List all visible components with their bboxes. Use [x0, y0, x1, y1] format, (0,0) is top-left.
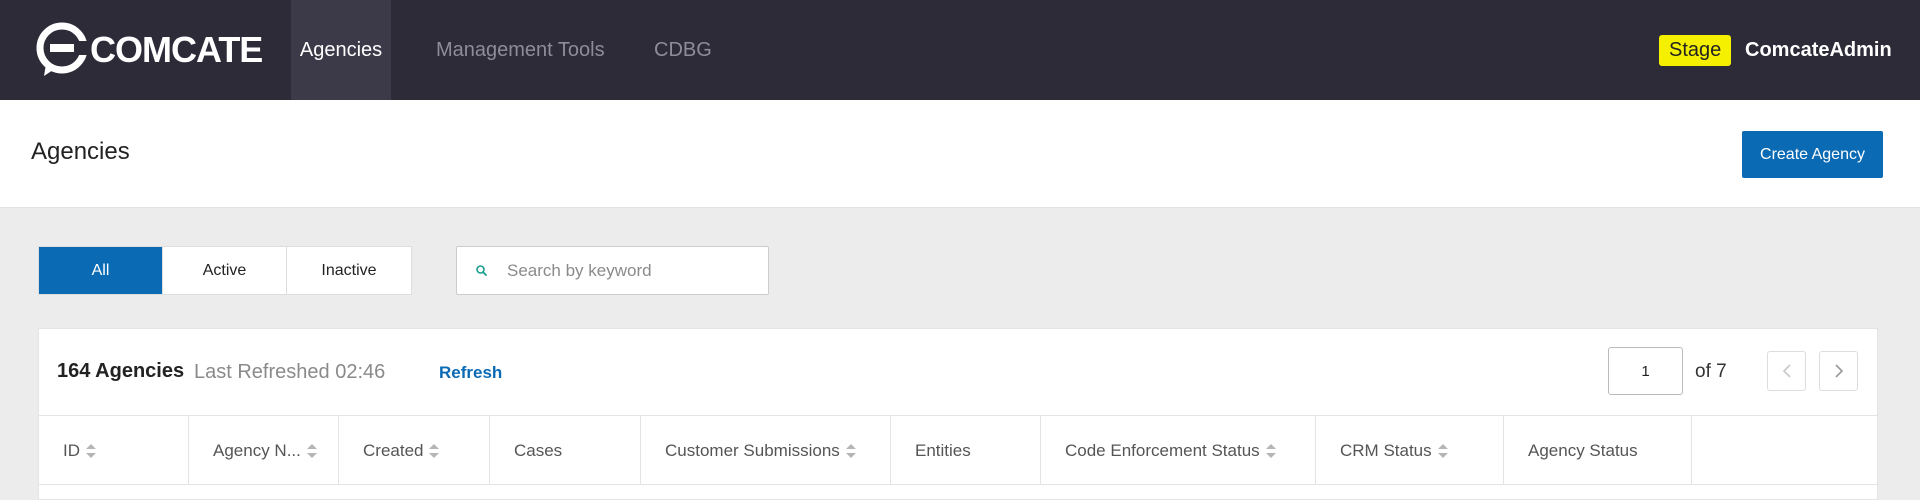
- brand-logo[interactable]: COMCATE: [36, 22, 263, 78]
- last-refreshed-text: Last Refreshed 02:46: [194, 361, 386, 383]
- column-header-crm-status[interactable]: CRM Status: [1316, 416, 1504, 485]
- column-header-agency-status: Agency Status: [1504, 416, 1692, 485]
- create-agency-button[interactable]: Create Agency: [1742, 131, 1883, 178]
- column-header-customer-submissions[interactable]: Customer Submissions: [641, 416, 891, 485]
- nav-item-agencies[interactable]: Agencies: [291, 0, 391, 100]
- page-total: of 7: [1695, 361, 1727, 382]
- search-input[interactable]: [507, 247, 757, 294]
- column-header-id[interactable]: ID: [39, 416, 189, 485]
- table-header-row: ID Agency N... Created Cases Customer Su…: [39, 415, 1877, 485]
- next-page-button[interactable]: [1819, 351, 1858, 391]
- page-title: Agencies: [31, 138, 130, 165]
- page-number-input[interactable]: [1608, 347, 1683, 395]
- sort-icon: [306, 443, 317, 458]
- nav-item-cdbg[interactable]: CDBG: [631, 0, 735, 100]
- brand-name: COMCATE: [90, 29, 263, 70]
- column-header-code-enforcement-status[interactable]: Code Enforcement Status: [1041, 416, 1316, 485]
- search-box: [456, 246, 769, 295]
- filter-active-button[interactable]: Active: [163, 247, 287, 294]
- sort-icon: [429, 443, 440, 458]
- column-header-created[interactable]: Created: [339, 416, 490, 485]
- sort-icon: [1437, 443, 1448, 458]
- nav-item-management-tools[interactable]: Management Tools: [413, 0, 628, 100]
- top-navigation-bar: COMCATE Agencies Management Tools CDBG S…: [0, 0, 1920, 100]
- column-header-agency-name[interactable]: Agency N...: [189, 416, 339, 485]
- agency-count: 164 Agencies: [57, 360, 185, 382]
- chevron-right-icon: [1835, 364, 1844, 378]
- sort-icon: [1265, 443, 1276, 458]
- page-header: Agencies Create Agency: [0, 100, 1920, 208]
- user-menu[interactable]: ComcateAdmin: [1745, 35, 1892, 66]
- status-filter-segmented-control: All Active Inactive: [38, 246, 412, 295]
- sort-icon: [86, 443, 96, 458]
- previous-page-button[interactable]: [1767, 351, 1806, 391]
- filter-all-button[interactable]: All: [39, 247, 163, 294]
- environment-badge: Stage: [1659, 35, 1732, 66]
- search-icon: [475, 264, 489, 278]
- sort-icon: [845, 443, 856, 458]
- column-header-cases: Cases: [490, 416, 641, 485]
- column-header-entities: Entities: [891, 416, 1041, 485]
- column-header-actions: [1692, 416, 1877, 485]
- filter-inactive-button[interactable]: Inactive: [287, 247, 411, 294]
- agencies-table-card: 164 Agencies Last Refreshed 02:46 Refres…: [38, 328, 1878, 500]
- refresh-link[interactable]: Refresh: [439, 363, 502, 383]
- chevron-left-icon: [1782, 364, 1791, 378]
- comcate-logo-icon: [36, 22, 88, 78]
